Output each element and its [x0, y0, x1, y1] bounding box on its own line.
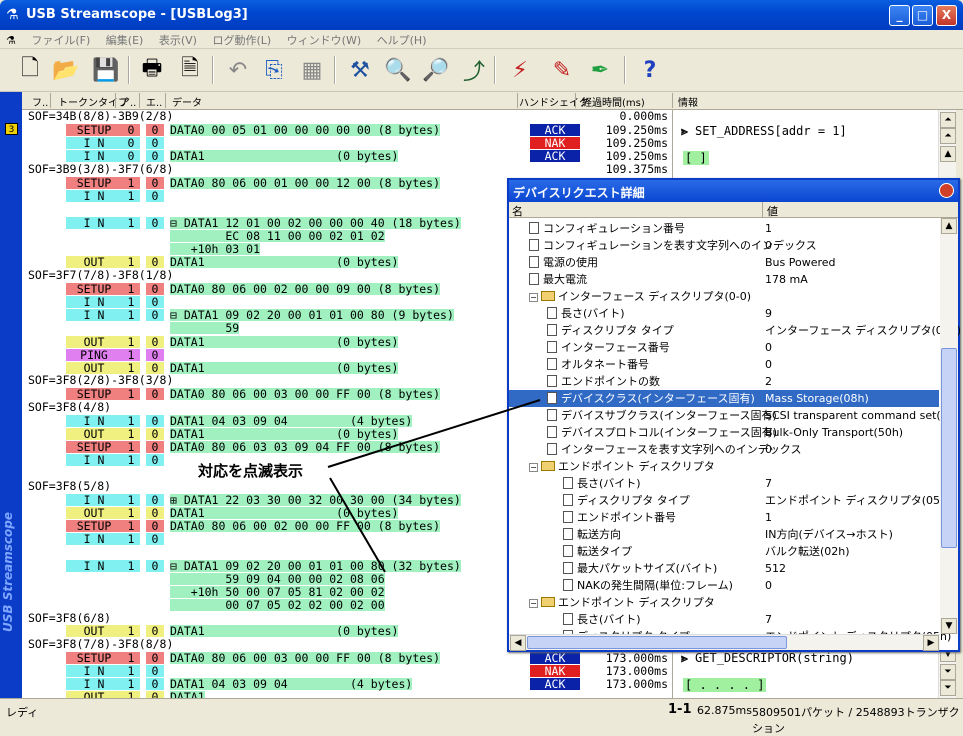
- callout-label: 対応を点滅表示: [198, 460, 304, 481]
- callout-lines: [327, 399, 541, 573]
- status-count: 5809501パケット / 2548893トランザクション: [752, 706, 960, 735]
- status-bar: レディ 1-1 62.875ms 5809501パケット / 2548893トラ…: [0, 698, 963, 735]
- status-time: 62.875ms: [697, 704, 752, 717]
- status-position: 1-1: [668, 702, 692, 717]
- status-ready: レディ: [6, 706, 39, 719]
